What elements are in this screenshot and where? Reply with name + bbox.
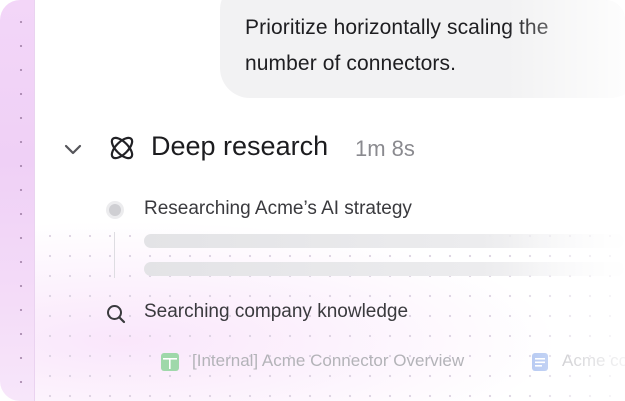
research-step-label: Searching company knowledge xyxy=(144,301,409,322)
step-connector-line xyxy=(114,232,115,278)
left-rail xyxy=(0,0,35,401)
rail-dot-pattern xyxy=(0,0,34,401)
progress-dot-icon xyxy=(109,204,121,216)
user-message-text: Prioritize horizontally scaling the numb… xyxy=(245,16,549,75)
chevron-down-icon[interactable] xyxy=(62,138,84,160)
chat-panel: Prioritize horizontally scaling the numb… xyxy=(0,0,625,401)
research-step-label: Researching Acme’s AI strategy xyxy=(144,198,412,219)
source-label: Acme co xyxy=(562,351,625,370)
deep-research-title: Deep research xyxy=(151,131,329,161)
source-label: [Internal] Acme Connector Overview xyxy=(192,351,465,370)
deep-research-duration: 1m 8s xyxy=(355,136,415,161)
loading-skeleton-line xyxy=(144,262,624,276)
spreadsheet-icon xyxy=(161,353,179,371)
loading-skeleton-line xyxy=(144,234,624,248)
deep-research-header[interactable]: Deep research 1m 8s xyxy=(62,130,582,170)
document-icon xyxy=(532,353,548,371)
search-icon xyxy=(107,305,126,324)
deep-research-icon xyxy=(110,136,134,160)
